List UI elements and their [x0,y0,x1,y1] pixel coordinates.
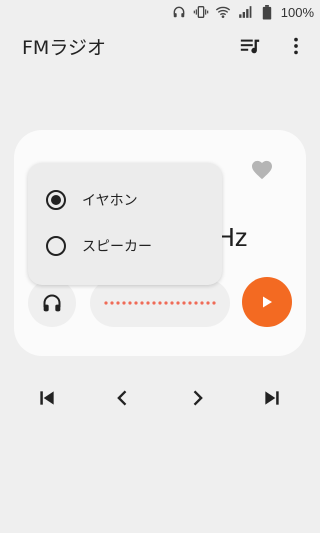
output-option-label: イヤホン [82,193,138,209]
status-bar: 100% [0,0,320,24]
skip-previous-icon[interactable] [35,386,59,410]
chevron-left-icon[interactable] [111,386,135,410]
wifi-icon [215,4,231,20]
chevron-right-icon[interactable] [185,386,209,410]
tuner-dots [104,301,216,305]
skip-next-icon[interactable] [260,386,284,410]
audio-output-button[interactable] [28,279,76,327]
app-actions [238,34,308,58]
play-button[interactable] [242,277,292,327]
radio-button-selected[interactable] [46,190,66,210]
play-icon [260,295,274,309]
more-vert-icon[interactable] [284,34,308,58]
headphones-icon [171,4,187,20]
battery-icon [259,4,275,20]
tuning-controls [0,386,320,410]
output-option-earphone[interactable]: イヤホン [46,190,138,210]
playlist-icon[interactable] [238,34,262,58]
radio-button[interactable] [46,236,66,256]
heart-icon[interactable] [250,158,274,182]
output-option-label: スピーカー [82,239,152,255]
audio-output-menu: イヤホン スピーカー [28,163,222,285]
vibrate-icon [193,4,209,20]
page-title: FMラジオ [22,36,106,59]
frequency-tuner[interactable] [90,279,230,327]
signal-icon [237,4,253,20]
headphones-icon [42,293,62,313]
battery-percentage: 100% [280,4,314,20]
output-option-speaker[interactable]: スピーカー [46,236,152,256]
